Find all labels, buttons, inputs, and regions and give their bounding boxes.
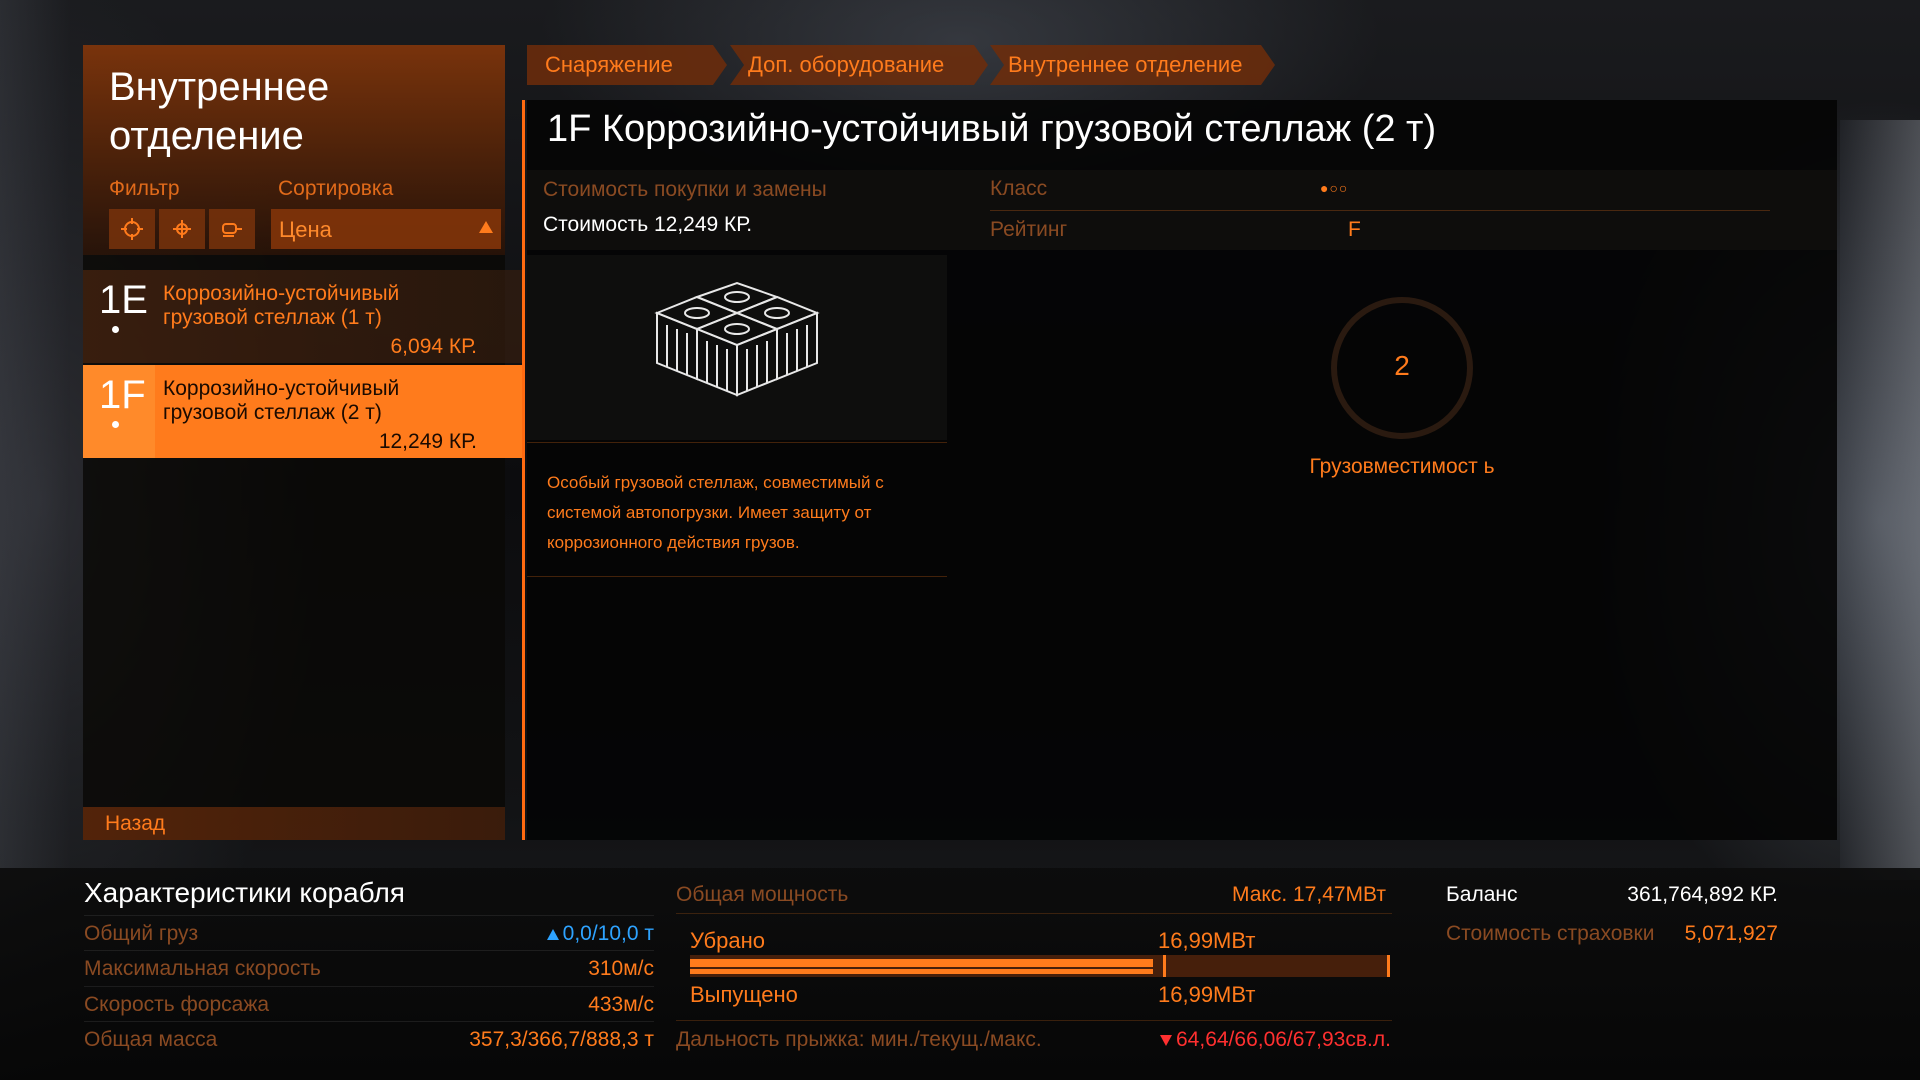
list-item-selected[interactable]: 1F Коррозийно-устойчивый грузовой стелла… [83, 365, 523, 458]
power-bar-marker [1162, 955, 1166, 977]
breadcrumb-optional[interactable]: Доп. оборудование [730, 45, 988, 85]
power-bar [690, 955, 1390, 977]
sort-arrow-icon [479, 221, 493, 233]
item-name: Коррозийно-устойчивый грузовой стеллаж (… [163, 377, 400, 424]
stat-value-text: 0,0/10,0 т [562, 922, 654, 945]
sort-dropdown[interactable]: Цена [271, 209, 501, 249]
stat-label: Общий груз [84, 922, 199, 945]
deployed-label: Выпущено [690, 982, 798, 1007]
cost-label: Стоимость покупки и замены [543, 178, 827, 201]
stat-row-speed: Максимальная скорость 310м/с [84, 950, 654, 986]
stat-value: 433м/с [588, 993, 654, 1016]
module-preview [527, 255, 947, 440]
crosshair-icon [121, 218, 143, 240]
grade-cell: 1F [83, 365, 155, 458]
retracted-label: Убрано [690, 928, 765, 953]
grade-cell: 1E [83, 270, 155, 363]
class-dot-icon [112, 421, 119, 428]
filter-label: Фильтр [109, 177, 180, 200]
stat-label: Максимальная скорость [84, 957, 321, 980]
filter-weapons-button[interactable] [109, 209, 155, 249]
insurance-value: 5,071,927 [1684, 922, 1778, 945]
breadcrumb-label: Снаряжение [545, 52, 673, 77]
divider [676, 913, 1392, 914]
panel-header: Внутреннее отделение Фильтр Сортировка Ц… [83, 45, 505, 255]
class-label: Класс [990, 177, 1048, 200]
power-max: Макс. 17,47МВт [1232, 883, 1386, 906]
module-title: 1F Коррозийно-устойчивый грузовой стелла… [547, 108, 1437, 150]
stat-label: Общая масса [84, 1028, 218, 1051]
power-title: Общая мощность [676, 883, 849, 906]
screen: Внутреннее отделение Фильтр Сортировка Ц… [0, 0, 1920, 1080]
class-row: Класс ●○○ [990, 170, 1770, 211]
rating-row: Рейтинг F [990, 211, 1770, 249]
stat-value: 357,3/366,7/888,3 т [469, 1028, 654, 1051]
capacity-label: Грузовместимост ь [1309, 455, 1495, 478]
breadcrumb-outfitting[interactable]: Снаряжение [527, 45, 727, 85]
ship-stats-title: Характеристики корабля [84, 877, 405, 908]
hangar-wall-right [1840, 120, 1920, 880]
stat-label: Скорость форсажа [84, 993, 270, 1016]
balance-label: Баланс [1446, 883, 1518, 906]
module-list-panel: Внутреннее отделение Фильтр Сортировка Ц… [83, 45, 523, 840]
rating-value: F [1348, 218, 1361, 241]
balance-value: 361,764,892 КР. [1627, 883, 1778, 906]
divider [527, 576, 947, 577]
breadcrumb-internal[interactable]: Внутреннее отделение [990, 45, 1275, 85]
filter-utility-button[interactable] [159, 209, 205, 249]
rating-label: Рейтинг [990, 218, 1068, 241]
stat-value: 0,0/10,0 т [546, 922, 654, 946]
class-dots-icon: ●○○ [1320, 180, 1349, 196]
list-item[interactable]: 1E Коррозийно-устойчивый грузовой стелла… [83, 270, 523, 363]
item-name: Коррозийно-устойчивый грузовой стеллаж (… [163, 282, 400, 329]
divider [527, 442, 947, 443]
power-bar-deployed-fill [690, 969, 1153, 974]
item-price: 6,094 КР. [390, 335, 478, 358]
stat-row-cargo: Общий груз 0,0/10,0 т [84, 915, 654, 951]
target-icon [173, 220, 191, 238]
module-description: Особый грузовой стеллаж, совместимый с с… [547, 473, 884, 552]
module-detail-panel: 1F Коррозийно-устойчивый грузовой стелла… [527, 100, 1837, 840]
module-icon [222, 223, 242, 237]
divider [676, 1020, 1392, 1021]
jump-range-text: 64,64/66,06/67,93св.л. [1176, 1028, 1391, 1051]
back-label: Назад [105, 812, 166, 835]
stat-value: 310м/с [588, 957, 654, 980]
power-bar-end-marker [1387, 955, 1390, 977]
panel-accent-line [522, 100, 525, 840]
breadcrumb-label: Внутреннее отделение [1008, 52, 1243, 77]
retracted-value: 16,99МВт [1158, 928, 1256, 953]
cost-value: Стоимость 12,249 КР. [543, 213, 753, 236]
cargo-rack-icon [654, 281, 820, 397]
back-button[interactable]: Назад [83, 807, 505, 840]
capacity-value: 2 [1394, 350, 1410, 381]
sort-label: Сортировка [278, 177, 394, 200]
item-price: 12,249 КР. [378, 430, 477, 453]
breadcrumb-label: Доп. оборудование [748, 52, 945, 77]
increase-arrow-icon [546, 929, 559, 940]
decrease-arrow-icon [1160, 1035, 1172, 1046]
stat-row-boost: Скорость форсажа 433м/с [84, 986, 654, 1022]
power-bar-retracted-fill [690, 959, 1153, 967]
stat-row-mass: Общая масса 357,3/366,7/888,3 т [84, 1021, 654, 1057]
filter-internal-button[interactable] [209, 209, 255, 249]
item-grade: 1E [99, 278, 148, 322]
panel-title: Внутреннее отделение [109, 65, 330, 158]
deployed-value: 16,99МВт [1158, 982, 1256, 1007]
item-grade: 1F [99, 373, 146, 417]
class-dot-icon [112, 326, 119, 333]
sort-value: Цена [279, 217, 332, 242]
jump-range-label: Дальность прыжка: мин./текущ./макс. [676, 1028, 1042, 1051]
jump-range-value: 64,64/66,06/67,93св.л. [1160, 1028, 1391, 1052]
